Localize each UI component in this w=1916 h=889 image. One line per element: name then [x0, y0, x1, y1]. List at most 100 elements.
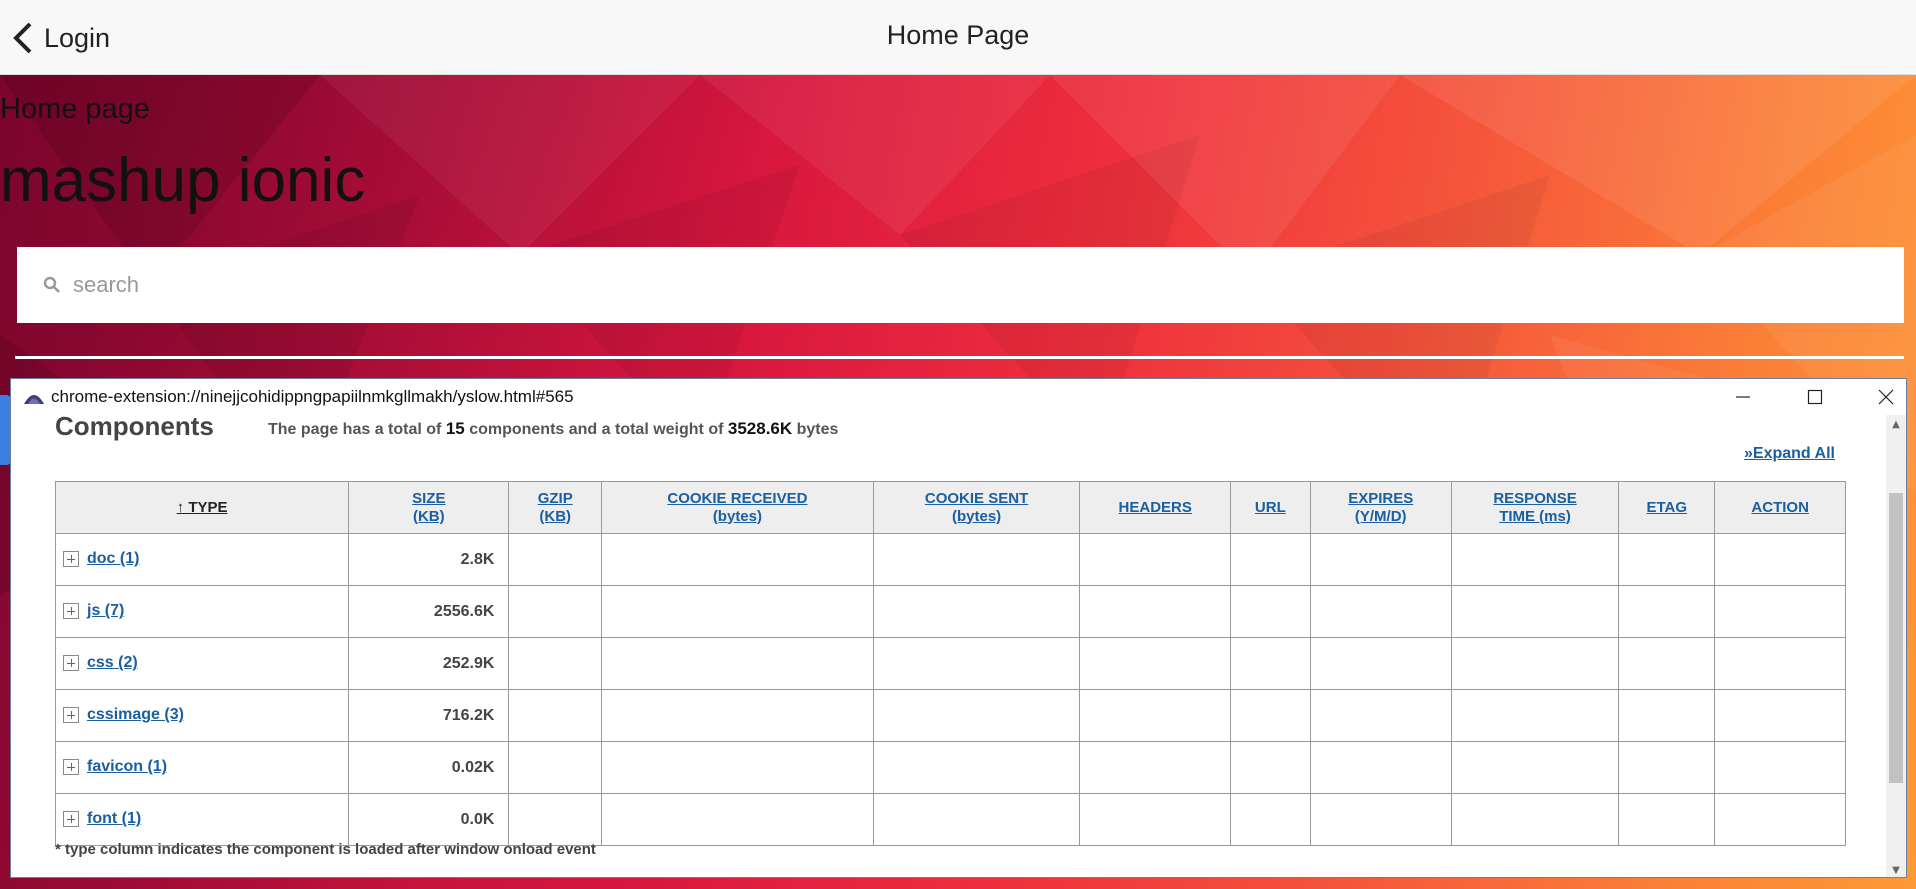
table-row: js (7) 2556.6K	[54, 585, 1846, 638]
summary-suffix: bytes	[796, 421, 839, 438]
column-sublabel: (KB)	[412, 507, 445, 525]
column-sublabel: (KB)	[539, 507, 572, 525]
expires-cell	[1309, 793, 1452, 846]
gzip-cell	[508, 689, 602, 742]
headers-cell	[1079, 741, 1232, 794]
extension-popup-window: chrome-extension://ninejjcohidippngpapii…	[10, 378, 1907, 878]
expires-cell	[1309, 689, 1452, 742]
footnote: * type column indicates the component is…	[55, 841, 596, 858]
type-link[interactable]: css (2)	[87, 654, 138, 671]
components-table: ↑ TYPE SIZE (KB) GZIP (KB) COOKIE RECEIVED…	[54, 481, 1846, 846]
table-row: favicon (1) 0.02K	[54, 741, 1846, 794]
column-label: ETAG	[1646, 498, 1688, 516]
minimize-button[interactable]	[1718, 383, 1768, 411]
column-header-size[interactable]: SIZE (KB)	[348, 481, 510, 534]
type-link[interactable]: cssimage (3)	[87, 706, 184, 723]
maximize-button[interactable]	[1790, 383, 1840, 411]
cookie-sent-cell	[872, 793, 1081, 846]
url-cell	[1230, 741, 1311, 794]
etag-cell	[1618, 793, 1716, 846]
scroll-down-icon[interactable]: ▼	[1886, 861, 1906, 877]
column-label: HEADERS	[1118, 498, 1192, 516]
column-header-cookie-sent[interactable]: COOKIE SENT (bytes)	[872, 481, 1081, 534]
expires-cell	[1309, 585, 1452, 638]
action-cell	[1714, 637, 1846, 690]
cookie-sent-cell	[872, 637, 1081, 690]
cookie-received-cell	[601, 637, 874, 690]
headers-cell	[1079, 689, 1232, 742]
cookie-received-cell	[601, 533, 874, 586]
gzip-cell	[508, 741, 602, 794]
column-sublabel: (bytes)	[712, 507, 762, 525]
expand-icon[interactable]	[63, 707, 79, 724]
response-time-cell	[1450, 793, 1620, 846]
page-title: Home Page	[886, 20, 1030, 50]
url-cell	[1230, 533, 1311, 586]
expand-icon[interactable]	[63, 759, 79, 776]
column-header-cookie-received[interactable]: COOKIE RECEIVED (bytes)	[601, 481, 874, 534]
favicon-icon	[24, 395, 44, 404]
etag-cell	[1618, 533, 1716, 586]
type-link[interactable]: js (7)	[87, 602, 124, 619]
divider-line	[15, 356, 1904, 359]
expand-all-link[interactable]: »Expand All	[1744, 445, 1835, 463]
gzip-cell	[508, 793, 602, 846]
type-cell: css (2)	[54, 637, 350, 690]
total-weight: 3528.6K	[727, 419, 793, 438]
type-link[interactable]: font (1)	[87, 810, 141, 827]
type-cell: doc (1)	[54, 533, 350, 586]
column-label: COOKIE RECEIVED	[667, 489, 808, 507]
column-label: GZIP	[537, 489, 573, 507]
maximize-icon	[1807, 389, 1823, 405]
column-header-response-time[interactable]: RESPONSE TIME (ms)	[1450, 481, 1620, 534]
search-bar[interactable]	[17, 247, 1904, 323]
cookie-received-cell	[601, 689, 874, 742]
expand-icon[interactable]	[63, 603, 79, 620]
expires-cell	[1309, 533, 1452, 586]
app-header: Login Home Page	[0, 0, 1916, 75]
expand-icon[interactable]	[63, 811, 79, 828]
column-header-action[interactable]: ACTION	[1714, 481, 1846, 534]
url-cell	[1230, 793, 1311, 846]
close-icon	[1878, 389, 1894, 405]
table-row: font (1) 0.0K	[54, 793, 1846, 846]
column-header-headers[interactable]: HEADERS	[1079, 481, 1232, 534]
popup-content: Components The page has a total of 15 co…	[11, 415, 1886, 877]
cookie-received-cell	[601, 741, 874, 794]
type-cell: font (1)	[54, 793, 350, 846]
popup-titlebar[interactable]: chrome-extension://ninejjcohidippngpapii…	[11, 379, 1906, 415]
type-link[interactable]: doc (1)	[87, 550, 139, 567]
scroll-up-icon[interactable]: ▲	[1886, 415, 1906, 433]
hero-subtitle: Home page	[0, 93, 150, 125]
response-time-cell	[1450, 533, 1620, 586]
expand-icon[interactable]	[63, 655, 79, 672]
gzip-cell	[508, 585, 602, 638]
column-header-type[interactable]: ↑ TYPE	[54, 481, 350, 534]
search-icon	[43, 276, 60, 293]
search-input[interactable]	[73, 272, 1773, 298]
headers-cell	[1079, 533, 1232, 586]
summary-middle: components and a total weight of	[469, 421, 724, 438]
action-cell	[1714, 741, 1846, 794]
size-cell: 252.9K	[348, 637, 510, 690]
table-row: css (2) 252.9K	[54, 637, 1846, 690]
etag-cell	[1618, 585, 1716, 638]
column-label: ↑ TYPE	[176, 498, 228, 516]
scroll-thumb[interactable]	[1889, 493, 1903, 783]
column-sublabel: TIME (ms)	[1499, 507, 1571, 525]
type-link[interactable]: favicon (1)	[87, 758, 167, 775]
column-header-expires[interactable]: EXPIRES (Y/M/D)	[1309, 481, 1452, 534]
column-header-url[interactable]: URL	[1230, 481, 1311, 534]
column-label: SIZE	[412, 489, 446, 507]
close-button[interactable]	[1861, 383, 1906, 411]
minimize-icon	[1736, 396, 1750, 398]
column-label: COOKIE SENT	[924, 489, 1029, 507]
gzip-cell	[508, 637, 602, 690]
column-header-etag[interactable]: ETAG	[1618, 481, 1716, 534]
expand-icon[interactable]	[63, 551, 79, 568]
column-header-gzip[interactable]: GZIP (KB)	[508, 481, 602, 534]
vertical-scrollbar[interactable]: ▲ ▼	[1886, 415, 1906, 877]
url-cell	[1230, 585, 1311, 638]
components-count: 15	[445, 419, 465, 438]
etag-cell	[1618, 741, 1716, 794]
